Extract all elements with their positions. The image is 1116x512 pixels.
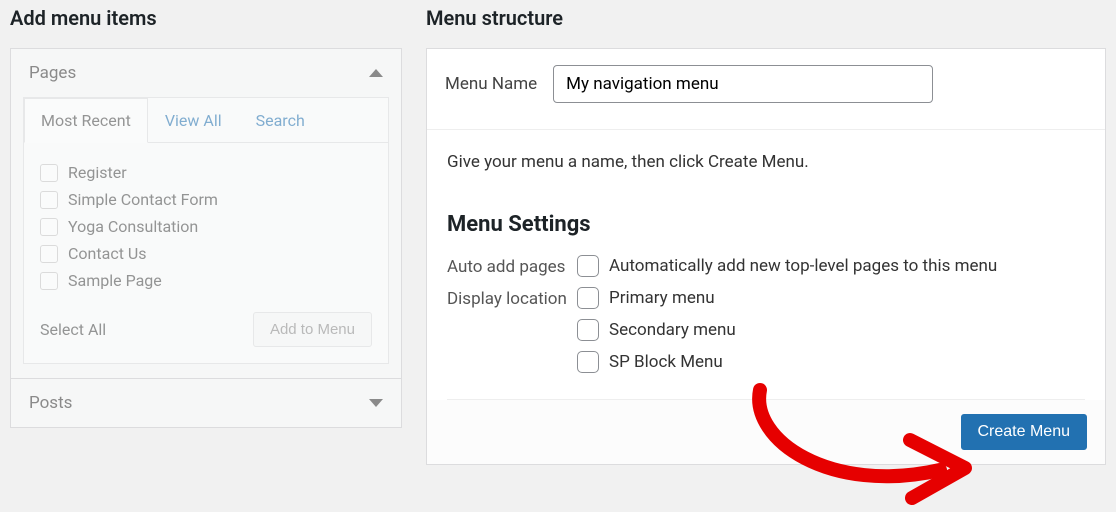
create-menu-button[interactable]: Create Menu: [961, 414, 1088, 450]
location-primary-checkbox[interactable]: [577, 287, 599, 309]
list-item-label: Yoga Consultation: [68, 217, 198, 236]
list-item-label: Sample Page: [68, 271, 162, 290]
add-menu-items-heading: Add menu items: [10, 6, 402, 30]
checkbox-icon[interactable]: [40, 191, 58, 209]
menu-structure-heading: Menu structure: [426, 6, 1106, 30]
auto-add-pages-label: Auto add pages: [447, 255, 577, 277]
list-item[interactable]: Yoga Consultation: [40, 213, 372, 240]
list-item[interactable]: Register: [40, 159, 372, 186]
tab-view-all[interactable]: View All: [148, 98, 239, 143]
location-option-text: SP Block Menu: [609, 352, 723, 372]
list-item-label: Simple Contact Form: [68, 190, 218, 209]
select-all-link[interactable]: Select All: [40, 320, 106, 339]
posts-panel: Posts: [10, 379, 402, 428]
checkbox-icon[interactable]: [40, 272, 58, 290]
display-location-label: Display location: [447, 287, 577, 309]
menu-name-label: Menu Name: [445, 74, 537, 94]
pages-panel: Pages Most Recent View All Search Regist…: [10, 48, 402, 379]
tab-most-recent[interactable]: Most Recent: [24, 98, 148, 143]
location-secondary-checkbox[interactable]: [577, 319, 599, 341]
menu-name-input[interactable]: [553, 65, 933, 103]
menu-settings-heading: Menu Settings: [447, 212, 1085, 237]
pages-tabs: Most Recent View All Search: [24, 98, 388, 143]
list-item[interactable]: Sample Page: [40, 267, 372, 294]
pages-panel-header[interactable]: Pages: [11, 49, 401, 97]
checkbox-icon[interactable]: [40, 245, 58, 263]
pages-panel-body: Most Recent View All Search Register Sim…: [23, 97, 389, 364]
tab-search[interactable]: Search: [239, 98, 322, 143]
auto-add-checkbox[interactable]: [577, 255, 599, 277]
add-to-menu-button[interactable]: Add to Menu: [253, 312, 372, 347]
location-option-text: Secondary menu: [609, 320, 736, 340]
list-item-label: Contact Us: [68, 244, 147, 263]
menu-structure-box: Menu Name Give your menu a name, then cl…: [426, 48, 1106, 465]
checkbox-icon[interactable]: [40, 218, 58, 236]
location-option-text: Primary menu: [609, 288, 715, 308]
list-item[interactable]: Contact Us: [40, 240, 372, 267]
list-item[interactable]: Simple Contact Form: [40, 186, 372, 213]
menu-instruction: Give your menu a name, then click Create…: [447, 152, 1085, 172]
pages-list: Register Simple Contact Form Yoga Consul…: [24, 143, 388, 302]
expand-icon: [369, 399, 383, 407]
pages-panel-title: Pages: [29, 63, 76, 83]
checkbox-icon[interactable]: [40, 164, 58, 182]
location-spblock-checkbox[interactable]: [577, 351, 599, 373]
collapse-icon: [369, 69, 383, 77]
list-item-label: Register: [68, 163, 127, 182]
posts-panel-title: Posts: [29, 393, 72, 413]
posts-panel-header[interactable]: Posts: [11, 379, 401, 427]
auto-add-option-text: Automatically add new top-level pages to…: [609, 256, 997, 276]
